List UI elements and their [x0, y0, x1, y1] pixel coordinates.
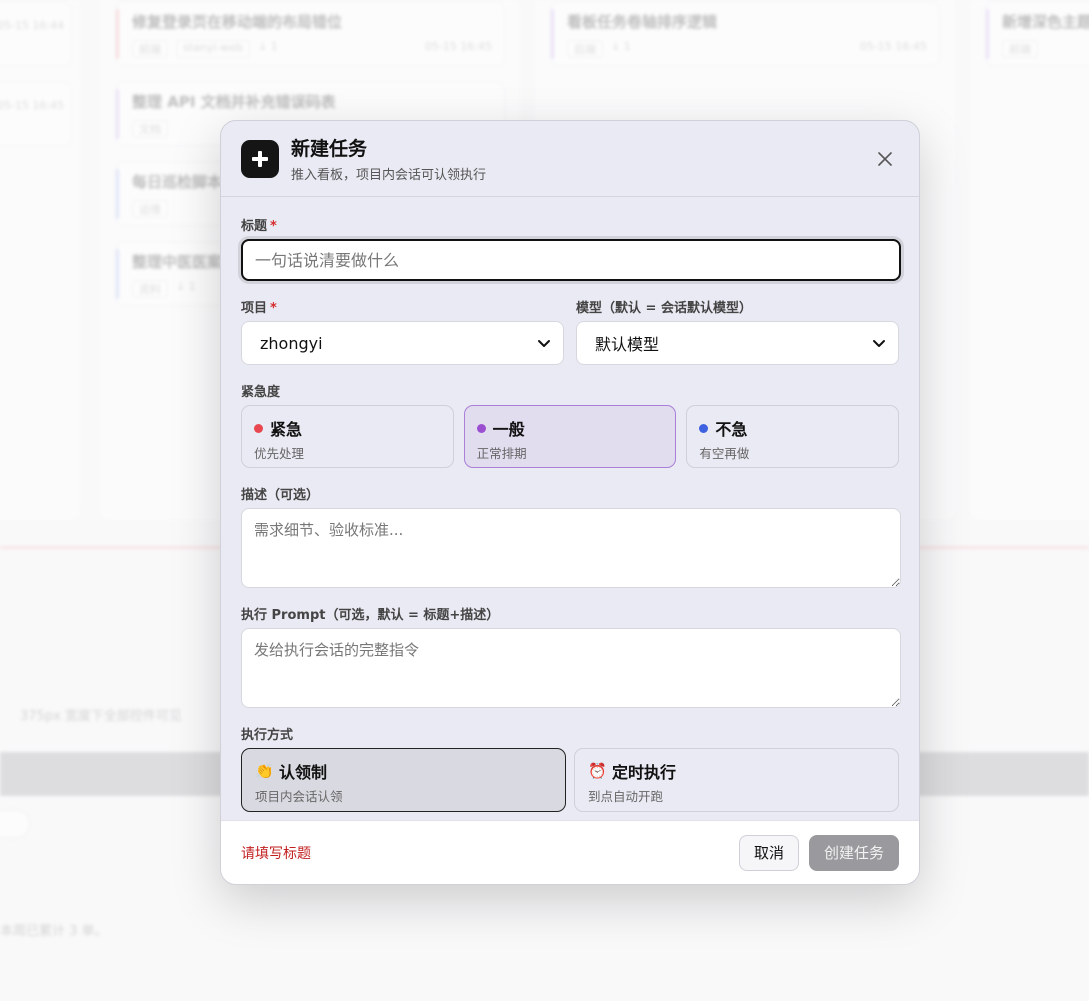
prompt-textarea[interactable] [241, 628, 901, 708]
project-select[interactable]: zhongyi [241, 321, 564, 365]
alarm-clock-icon: ⏰ [588, 762, 607, 780]
dialog-title: 新建任务 [291, 138, 368, 160]
prompt-label: 执行 Prompt（可选，默认 = 标题+描述） [241, 608, 500, 623]
purple-dot-icon [476, 423, 486, 433]
new-task-dialog: 新建任务 推入看板，项目内会话可认领执行 标题* 项目* zhongyi 模型（… [220, 120, 920, 885]
model-label: 模型（默认 = 会话默认模型） [576, 301, 752, 316]
blue-dot-icon [699, 423, 709, 433]
hand-icon: 👏 [255, 762, 274, 780]
execution-option-claim[interactable]: 👏 认领制 项目内会话认领 [241, 748, 566, 812]
chevron-down-icon [873, 340, 885, 347]
execution-label: 执行方式 [241, 728, 294, 743]
chevron-down-icon [538, 340, 550, 347]
urgency-label: 紧急度 [241, 385, 281, 400]
dialog-footer: 请填写标题 取消 创建任务 [221, 820, 919, 884]
description-label: 描述（可选） [241, 488, 320, 503]
urgency-option-low[interactable]: 不急 有空再做 [686, 405, 900, 468]
close-icon[interactable] [877, 151, 893, 167]
cancel-button[interactable]: 取消 [738, 834, 799, 871]
description-textarea[interactable] [241, 508, 901, 588]
red-dot-icon [254, 423, 263, 433]
title-label: 标题 * [241, 219, 277, 234]
validation-error: 请填写标题 [241, 845, 311, 862]
dialog-subtitle: 推入看板，项目内会话可认领执行 [291, 168, 487, 183]
create-task-button[interactable]: 创建任务 [808, 834, 899, 871]
urgency-option-normal[interactable]: 一般 正常排期 [463, 405, 677, 468]
model-select[interactable]: 默认模型 [576, 321, 899, 365]
dialog-header: 新建任务 推入看板，项目内会话可认领执行 [221, 121, 919, 197]
execution-option-scheduled[interactable]: ⏰ 定时执行 到点自动开跑 [574, 748, 899, 812]
project-label: 项目 * [241, 301, 277, 316]
plus-icon [241, 139, 279, 178]
title-input[interactable] [241, 239, 901, 281]
urgency-option-urgent[interactable]: 紧急 优先处理 [241, 405, 454, 468]
